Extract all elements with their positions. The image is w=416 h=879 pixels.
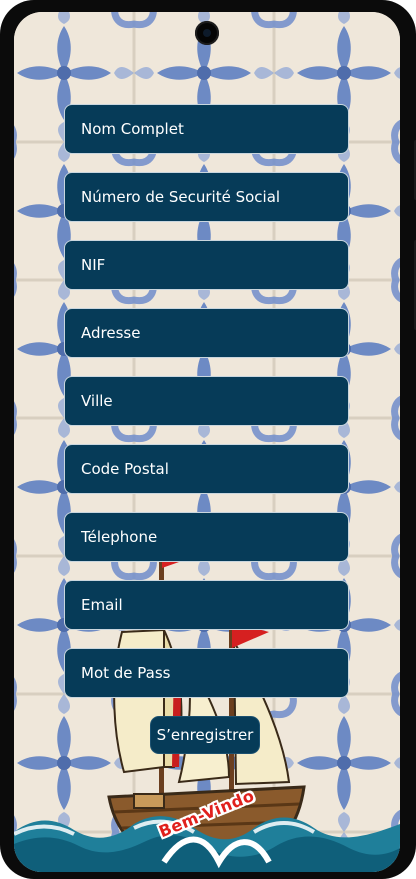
registration-form bbox=[64, 104, 349, 716]
nif-field[interactable] bbox=[64, 240, 349, 290]
phone-input[interactable] bbox=[79, 527, 334, 547]
app-screen: Bem-Vindo Nom Complet Número de Securité… bbox=[14, 12, 400, 872]
full-name-field[interactable] bbox=[64, 104, 349, 154]
front-camera bbox=[195, 21, 219, 45]
postal-code-input[interactable] bbox=[79, 459, 334, 479]
password-input[interactable] bbox=[79, 663, 334, 683]
full-name-input[interactable] bbox=[79, 119, 334, 139]
address-field[interactable] bbox=[64, 308, 349, 358]
postal-code-field[interactable] bbox=[64, 444, 349, 494]
social-security-field[interactable] bbox=[64, 172, 349, 222]
password-field[interactable] bbox=[64, 648, 349, 698]
email-input[interactable] bbox=[79, 595, 334, 615]
address-input[interactable] bbox=[79, 323, 334, 343]
email-field[interactable] bbox=[64, 580, 349, 630]
register-button[interactable]: S’enregistrer bbox=[150, 716, 260, 754]
phone-frame: Bem-Vindo Nom Complet Número de Securité… bbox=[0, 0, 416, 879]
nif-input[interactable] bbox=[79, 255, 334, 275]
city-input[interactable] bbox=[79, 391, 334, 411]
phone-field[interactable] bbox=[64, 512, 349, 562]
social-security-input[interactable] bbox=[79, 187, 334, 207]
city-field[interactable] bbox=[64, 376, 349, 426]
